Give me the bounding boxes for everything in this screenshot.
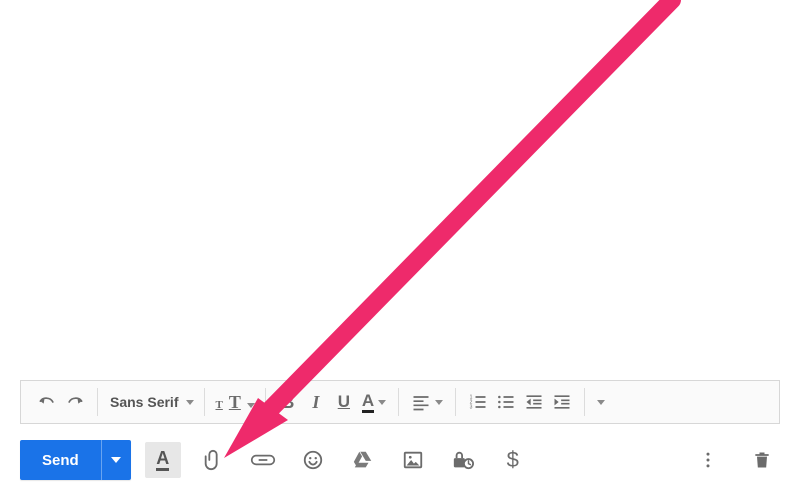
redo-icon: [65, 392, 85, 412]
chevron-down-icon: [435, 400, 443, 405]
confidential-mode-button[interactable]: [445, 442, 481, 478]
indent-less-button[interactable]: [520, 387, 548, 417]
list-indent-group: 1 2 3: [458, 381, 582, 423]
insert-money-button[interactable]: $: [495, 442, 531, 478]
chevron-down-icon: [186, 400, 194, 405]
attach-file-button[interactable]: [195, 442, 231, 478]
separator: [204, 388, 205, 416]
bold-label: B: [281, 392, 294, 413]
money-label: $: [507, 447, 519, 473]
indent-more-icon: [552, 392, 572, 412]
more-options-button[interactable]: [690, 442, 726, 478]
undo-button[interactable]: [33, 387, 61, 417]
more-vertical-icon: [698, 450, 718, 470]
formatting-toolbar: Sans Serif T T B I U A: [20, 380, 780, 424]
undo-icon: [37, 392, 57, 412]
underline-button[interactable]: U: [330, 387, 358, 417]
bulleted-list-button[interactable]: [492, 387, 520, 417]
send-options-button[interactable]: [101, 440, 131, 480]
underline-label: U: [338, 392, 350, 412]
action-bar-left: Send A: [20, 440, 531, 480]
text-color-button[interactable]: A: [358, 387, 390, 417]
bulleted-list-icon: [496, 392, 516, 412]
font-size-large-label: T: [229, 392, 241, 413]
bold-button[interactable]: B: [274, 387, 302, 417]
insert-link-button[interactable]: [245, 442, 281, 478]
chevron-down-icon: [247, 403, 255, 408]
undo-redo-group: [27, 381, 95, 423]
link-icon: [250, 449, 276, 471]
separator: [455, 388, 456, 416]
compose-action-bar: Send A: [20, 436, 780, 484]
svg-text:3: 3: [470, 405, 473, 411]
drive-icon: [352, 449, 374, 471]
numbered-list-button[interactable]: 1 2 3: [464, 387, 492, 417]
insert-emoji-button[interactable]: [295, 442, 331, 478]
send-button[interactable]: Send: [20, 440, 101, 480]
italic-button[interactable]: I: [302, 387, 330, 417]
indent-less-icon: [524, 392, 544, 412]
redo-button[interactable]: [61, 387, 89, 417]
indent-more-button[interactable]: [548, 387, 576, 417]
chevron-down-icon: [378, 400, 386, 405]
font-size-small-label: T: [215, 399, 222, 411]
insert-photo-button[interactable]: [395, 442, 431, 478]
separator: [265, 388, 266, 416]
compose-body[interactable]: [20, 0, 780, 364]
text-color-label: A: [362, 392, 374, 413]
font-family-picker[interactable]: Sans Serif: [100, 387, 202, 417]
separator: [97, 388, 98, 416]
font-size-picker[interactable]: T T: [207, 392, 262, 413]
paperclip-icon: [202, 449, 224, 471]
italic-label: I: [312, 392, 319, 413]
emoji-icon: [302, 449, 324, 471]
chevron-down-icon: [111, 457, 121, 463]
discard-draft-button[interactable]: [744, 442, 780, 478]
more-formatting-button[interactable]: [587, 387, 615, 417]
trash-icon: [752, 449, 772, 471]
send-label: Send: [42, 452, 79, 469]
action-bar-right: [690, 442, 780, 478]
chevron-down-icon: [597, 400, 605, 405]
font-family-label: Sans Serif: [110, 394, 178, 410]
insert-drive-button[interactable]: [345, 442, 381, 478]
send-button-group: Send: [20, 440, 131, 480]
formatting-toggle-label: A: [156, 449, 169, 471]
separator: [398, 388, 399, 416]
lock-clock-icon: [451, 449, 475, 471]
text-style-group: B I U A: [268, 381, 396, 423]
numbered-list-icon: 1 2 3: [468, 392, 488, 412]
alignment-group: [401, 381, 453, 423]
image-icon: [402, 449, 424, 471]
formatting-toggle-button[interactable]: A: [145, 442, 181, 478]
separator: [584, 388, 585, 416]
align-left-icon: [411, 392, 431, 412]
align-button[interactable]: [407, 387, 447, 417]
